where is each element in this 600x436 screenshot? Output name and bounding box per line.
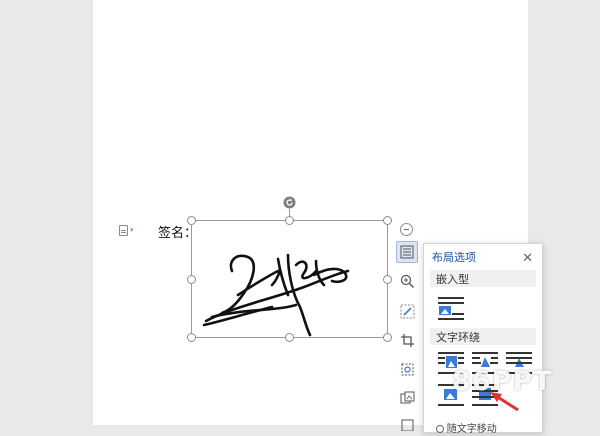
zoom-picture-button[interactable] — [396, 270, 418, 292]
move-with-text-label: 随文字移动 — [446, 424, 497, 435]
panel-title: 布局选项 — [432, 252, 476, 264]
zoom-in-icon — [400, 274, 414, 288]
signature-drawing — [202, 253, 350, 337]
close-icon[interactable]: ✕ — [522, 251, 533, 264]
resize-handle-bottom-left[interactable] — [187, 333, 196, 342]
section-inline: 嵌入型 — [430, 270, 536, 287]
resize-handle-top-right[interactable] — [383, 216, 392, 225]
radio-icon — [436, 425, 444, 434]
text-wrap-icon — [400, 245, 414, 259]
layout-options-panel: 布局选项 ✕ 嵌入型 文字环绕 随文字移动 — [423, 243, 543, 435]
collapse-toolbar-button[interactable] — [400, 223, 413, 236]
magic-wand-icon — [400, 304, 414, 318]
document-icon — [401, 419, 413, 431]
crop-icon — [400, 333, 414, 347]
resize-handle-top-left[interactable] — [187, 216, 196, 225]
red-arrow-annotation — [490, 392, 519, 412]
document-icon — [119, 224, 128, 236]
resize-handle-right[interactable] — [383, 275, 392, 284]
crop-button[interactable] — [396, 329, 418, 351]
chevron-down-icon: ▾ — [130, 226, 134, 234]
panel-header: 布局选项 ✕ — [424, 244, 542, 270]
paragraph-mark-icon[interactable]: ▾ — [119, 223, 141, 237]
section-text-wrap: 文字环绕 — [430, 328, 536, 345]
change-picture-button[interactable] — [396, 387, 418, 409]
replace-picture-icon — [400, 391, 414, 403]
move-with-text-option[interactable]: 随文字移动 — [436, 420, 497, 435]
layout-options-button[interactable] — [396, 241, 418, 263]
resize-handle-top[interactable] — [285, 216, 294, 225]
picture-style-button[interactable] — [396, 300, 418, 322]
resize-handle-bottom[interactable] — [285, 333, 294, 342]
resize-handle-bottom-right[interactable] — [383, 333, 392, 342]
resize-handle-left[interactable] — [187, 275, 196, 284]
remove-background-button[interactable] — [396, 358, 418, 380]
more-picture-tools-button[interactable] — [396, 414, 418, 436]
cutout-icon — [401, 363, 413, 375]
layout-inline-option[interactable] — [437, 295, 465, 321]
rotate-handle-icon[interactable] — [283, 196, 296, 209]
signature-image[interactable] — [187, 216, 392, 342]
